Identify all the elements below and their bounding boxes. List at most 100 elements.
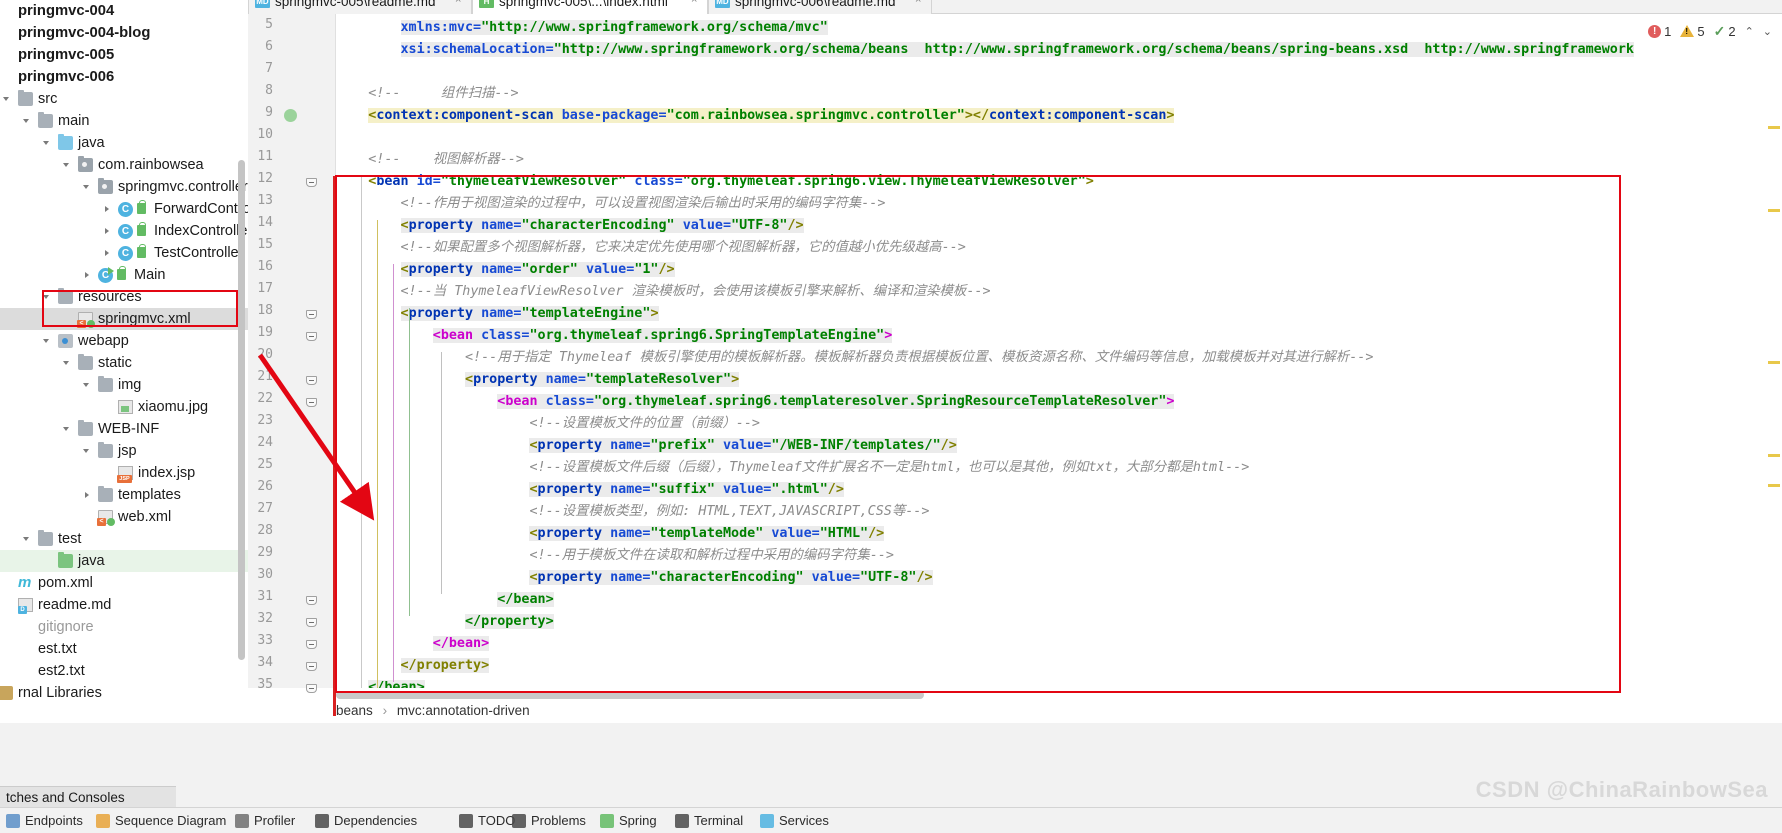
- code-line[interactable]: <property name="templateEngine">: [336, 303, 659, 325]
- tool-window-button[interactable]: Services: [760, 812, 829, 830]
- tree-item[interactable]: C TestController: [0, 242, 248, 264]
- close-icon[interactable]: ×: [455, 0, 466, 6]
- watches-and-consoles-label[interactable]: tches and Consoles: [0, 786, 176, 807]
- code-line[interactable]: <property name="templateResolver">: [336, 369, 740, 391]
- tree-item[interactable]: m pom.xml: [0, 572, 248, 594]
- error-stripe-markers[interactable]: [1760, 14, 1782, 688]
- chevron-down-icon[interactable]: [82, 176, 94, 198]
- close-icon[interactable]: ×: [915, 0, 926, 6]
- tree-item[interactable]: resources: [0, 286, 248, 308]
- tree-item[interactable]: C Main: [0, 264, 248, 286]
- chevron-down-icon[interactable]: [22, 110, 34, 132]
- inspection-widget[interactable]: ! 1 5 ✓ 2 ⌃ ⌄: [1648, 20, 1772, 42]
- code-line[interactable]: <property name="prefix" value="/WEB-INF/…: [336, 435, 957, 457]
- tree-item[interactable]: pringmvc-004: [0, 0, 248, 22]
- tree-item[interactable]: test: [0, 528, 248, 550]
- tree-item[interactable]: gitignore: [0, 616, 248, 638]
- editor-gutter[interactable]: 5 6 7 8 9 10 11 12 13 14 15 16 17 18 19 20 21 22 23 24 25 26 2…: [248, 14, 336, 693]
- stripe-warning-marker[interactable]: [1768, 126, 1780, 129]
- tree-item[interactable]: springmvc.xml: [0, 308, 248, 330]
- tree-item[interactable]: C ForwardController: [0, 198, 248, 220]
- code-line[interactable]: <!--设置模板文件后缀（后缀），Thymeleaf文件扩展名不一定是html，…: [336, 457, 1249, 479]
- tree-item[interactable]: jsp: [0, 440, 248, 462]
- tree-item[interactable]: java: [0, 550, 248, 572]
- fold-marker-icon[interactable]: [306, 594, 318, 606]
- bottom-tool-window-bar[interactable]: Endpoints Sequence Diagram Profiler Depende…: [0, 807, 1782, 833]
- code-line[interactable]: xmlns:mvc="http://www.springframework.or…: [336, 17, 828, 39]
- code-line[interactable]: xsi:schemaLocation="http://www.springfra…: [336, 39, 1634, 61]
- breadcrumb[interactable]: beans › mvc:annotation-driven: [336, 699, 530, 723]
- chevron-down-icon[interactable]: [42, 330, 54, 352]
- fold-marker-icon[interactable]: [306, 396, 318, 408]
- code-line[interactable]: <!--设置模板文件的位置（前缀）-->: [336, 413, 760, 435]
- fold-marker-icon[interactable]: [306, 616, 318, 628]
- breadcrumb-leaf[interactable]: mvc:annotation-driven: [397, 703, 530, 718]
- chevron-down-icon[interactable]: [42, 132, 54, 154]
- breadcrumb-root[interactable]: beans: [336, 703, 373, 718]
- tool-window-button[interactable]: Endpoints: [6, 812, 83, 830]
- code-line[interactable]: <property name="characterEncoding" value…: [336, 215, 804, 237]
- code-line[interactable]: <!--作用于视图渲染的过程中，可以设置视图渲染后输出时采用的编码字符集-->: [336, 193, 886, 215]
- tool-window-button[interactable]: Profiler: [235, 812, 295, 830]
- tree-item[interactable]: main: [0, 110, 248, 132]
- fold-marker-icon[interactable]: [306, 308, 318, 320]
- tree-item[interactable]: rnal Libraries: [0, 682, 248, 704]
- tree-item[interactable]: web.xml: [0, 506, 248, 528]
- chevron-down-icon[interactable]: [82, 440, 94, 462]
- tree-item[interactable]: WEB-INF: [0, 418, 248, 440]
- chevron-down-icon[interactable]: [22, 528, 34, 550]
- vcs-change-marker[interactable]: [333, 176, 336, 716]
- code-line[interactable]: <bean id="thymeleafViewResolver" class="…: [336, 171, 1094, 193]
- code-line[interactable]: <!--如果配置多个视图解析器，它来决定优先使用哪个视图解析器，它的值越小优先级…: [336, 237, 966, 259]
- tree-item[interactable]: pringmvc-004-blog: [0, 22, 248, 44]
- tree-item[interactable]: java: [0, 132, 248, 154]
- fold-marker-icon[interactable]: [306, 374, 318, 386]
- tree-item[interactable]: templates: [0, 484, 248, 506]
- stripe-warning-marker[interactable]: [1768, 454, 1780, 457]
- tool-window-button[interactable]: TODO: [459, 812, 515, 830]
- error-indicator[interactable]: ! 1: [1648, 24, 1671, 39]
- code-line[interactable]: </bean>: [336, 633, 490, 655]
- close-icon[interactable]: ×: [691, 0, 702, 6]
- spring-bean-gutter-icon[interactable]: [284, 109, 297, 122]
- warning-indicator[interactable]: 5: [1680, 24, 1705, 39]
- stripe-warning-marker[interactable]: [1768, 484, 1780, 487]
- tree-item[interactable]: webapp: [0, 330, 248, 352]
- code-line[interactable]: <property name="templateMode" value="HTM…: [336, 523, 885, 545]
- chevron-down-icon[interactable]: [62, 352, 74, 374]
- tool-window-button[interactable]: Sequence Diagram: [96, 812, 226, 830]
- chevron-down-icon[interactable]: [2, 88, 14, 110]
- code-line[interactable]: </property>: [336, 611, 554, 633]
- code-line[interactable]: <context:component-scan base-package="co…: [336, 105, 1175, 127]
- chevron-down-icon[interactable]: [62, 418, 74, 440]
- chevron-down-icon[interactable]: [62, 154, 74, 176]
- editor-tab[interactable]: MD springmvc-006\readme.md ×: [708, 0, 932, 14]
- chevron-up-icon[interactable]: ⌃: [1745, 25, 1754, 38]
- code-content[interactable]: xmlns:mvc="http://www.springframework.or…: [336, 14, 1760, 688]
- chevron-right-icon[interactable]: [102, 220, 114, 242]
- tree-item[interactable]: img: [0, 374, 248, 396]
- project-tree-scrollbar[interactable]: [238, 160, 245, 660]
- code-line[interactable]: </property>: [336, 655, 490, 677]
- tree-item[interactable]: xiaomu.jpg: [0, 396, 248, 418]
- tree-item[interactable]: index.jsp: [0, 462, 248, 484]
- fold-marker-icon[interactable]: [306, 176, 318, 188]
- editor-tab-bar[interactable]: MD springmvc-005\readme.md × Hspringmvc-005…: [248, 0, 1782, 14]
- chevron-down-icon[interactable]: ⌄: [1763, 25, 1772, 38]
- tree-item[interactable]: readme.md: [0, 594, 248, 616]
- code-line[interactable]: <!--用于模板文件在读取和解析过程中采用的编码字符集-->: [336, 545, 893, 567]
- chevron-down-icon[interactable]: [42, 286, 54, 308]
- tree-item[interactable]: static: [0, 352, 248, 374]
- tree-item[interactable]: est.txt: [0, 638, 248, 660]
- code-line[interactable]: <bean class="org.thymeleaf.spring6.Sprin…: [336, 325, 893, 347]
- code-line[interactable]: <!--当 ThymeleafViewResolver 渲染模板时，会使用该模板…: [336, 281, 991, 303]
- editor-horizontal-scrollbar[interactable]: [336, 691, 924, 699]
- tree-item[interactable]: pringmvc-006: [0, 66, 248, 88]
- code-line[interactable]: </bean>: [336, 589, 554, 611]
- chevron-right-icon[interactable]: [82, 484, 94, 506]
- tree-item[interactable]: pringmvc-005: [0, 44, 248, 66]
- tree-item[interactable]: com.rainbowsea: [0, 154, 248, 176]
- code-line[interactable]: <!-- 组件扫描-->: [336, 83, 518, 105]
- code-line[interactable]: </bean>: [336, 677, 425, 688]
- chevron-right-icon[interactable]: [102, 198, 114, 220]
